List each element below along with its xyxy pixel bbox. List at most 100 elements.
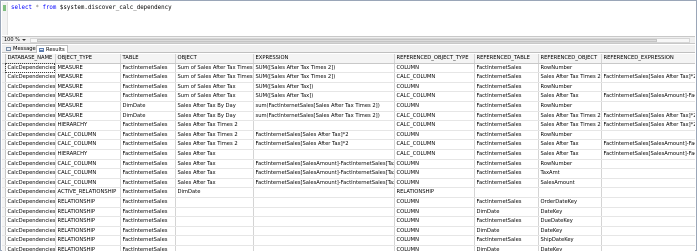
grid-cell[interactable]: FactInternetSales <box>474 216 539 227</box>
grid-cell[interactable]: DimDate <box>175 187 254 198</box>
table-row[interactable]: CalcDependencies CALC_COLUMN FactInternetS… <box>2 130 695 141</box>
grid-cell[interactable]: Sum of Sales After Tax Times 2 <box>175 63 254 74</box>
grid-cell[interactable]: DateKey <box>538 245 602 251</box>
grid-cell[interactable]: COLUMN <box>394 159 475 170</box>
grid-cell[interactable]: Sum of Sales After Tax <box>175 91 254 102</box>
grid-cell[interactable]: CalcDependencies <box>5 91 56 102</box>
grid-cell[interactable]: DimDate <box>120 101 176 112</box>
grid-cell[interactable] <box>601 63 695 74</box>
grid-cell[interactable]: SalesAmount <box>538 178 602 189</box>
grid-cell[interactable]: DimDate <box>474 207 539 218</box>
grid-cell[interactable]: RowNumber <box>538 159 602 170</box>
grid-cell[interactable]: DateKey <box>538 207 602 218</box>
grid-cell[interactable]: FactInternetSales <box>120 235 176 246</box>
grid-cell[interactable]: SUM([Sales After Tax Times 2]) <box>253 63 395 74</box>
grid-cell[interactable]: CalcDependencies <box>5 101 56 112</box>
grid-cell[interactable]: RELATIONSHIP <box>55 245 121 251</box>
column-header[interactable]: EXPRESSION <box>253 54 395 64</box>
grid-cell[interactable]: SUM([Sales After Tax]) <box>253 91 395 102</box>
grid-cell[interactable] <box>175 235 254 246</box>
grid-cell[interactable]: OrderDateKey <box>538 197 602 208</box>
grid-cell[interactable]: Sales After Tax Times 2 <box>175 130 254 141</box>
grid-cell[interactable]: COLUMN <box>394 168 475 179</box>
grid-cell[interactable]: COLUMN <box>394 245 475 251</box>
table-row[interactable]: CalcDependencies CALC_COLUMN FactInternetS… <box>2 159 695 170</box>
grid-cell[interactable]: FactInternetSales[SalesAmount]-FactInt <box>601 139 695 150</box>
grid-cell[interactable]: MEASURE <box>55 63 121 74</box>
grid-cell[interactable]: CALC_COLUMN <box>394 139 475 150</box>
grid-cell[interactable] <box>601 178 695 189</box>
grid-cell[interactable]: CALC_COLUMN <box>55 159 121 170</box>
grid-cell[interactable]: FactInternetSales <box>120 197 176 208</box>
grid-cell[interactable]: Sales After Tax Times 2 <box>538 111 602 122</box>
grid-cell[interactable]: CalcDependencies <box>5 139 56 150</box>
results-grid[interactable]: DATABASE_NAME OBJECT_TYPE TABLE OBJECT E… <box>2 54 695 251</box>
table-row[interactable]: CalcDependencies RELATIONSHIP FactInternet… <box>2 226 695 237</box>
grid-cell[interactable]: Sales After Tax <box>538 91 602 102</box>
grid-cell[interactable]: FactInternetSales <box>474 91 539 102</box>
grid-cell[interactable]: COLUMN <box>394 178 475 189</box>
grid-cell[interactable]: COLUMN <box>394 207 475 218</box>
grid-cell[interactable]: FactInternetSales[Sales After Tax]*2 <box>253 130 395 141</box>
grid-cell[interactable] <box>474 187 539 198</box>
grid-cell[interactable]: CALC_COLUMN <box>55 130 121 141</box>
grid-cell[interactable]: FactInternetSales[SalesAmount]-FactInter… <box>253 178 395 189</box>
grid-cell[interactable]: Sales After Tax <box>175 178 254 189</box>
table-row[interactable]: CalcDependencies CALC_COLUMN FactInternetS… <box>2 178 695 189</box>
grid-cell[interactable]: CalcDependencies <box>5 216 56 227</box>
grid-cell[interactable]: RELATIONSHIP <box>394 187 475 198</box>
grid-cell[interactable] <box>601 216 695 227</box>
column-header[interactable]: REFERENCED_EXPRESSION <box>601 54 695 64</box>
grid-cell[interactable]: FactInternetSales[SalesAmount]-FactInt <box>601 149 695 160</box>
grid-cell[interactable]: FactInternetSales <box>120 91 176 102</box>
grid-cell[interactable]: Sales After Tax Times 2 <box>175 120 254 131</box>
grid-cell[interactable]: FactInternetSales <box>474 149 539 160</box>
grid-cell[interactable] <box>601 82 695 93</box>
grid-cell[interactable]: CalcDependencies <box>5 82 56 93</box>
grid-cell[interactable]: FactInternetSales <box>120 120 176 131</box>
grid-cell[interactable]: COLUMN <box>394 197 475 208</box>
grid-cell[interactable]: CalcDependencies <box>5 159 56 170</box>
grid-cell[interactable]: CalcDependencies <box>5 149 56 160</box>
grid-cell[interactable]: FactInternetSales[SalesAmount]-FactInter… <box>253 159 395 170</box>
grid-cell[interactable]: FactInternetSales[Sales After Tax]*2 <box>601 72 695 83</box>
grid-cell[interactable]: DateKey <box>538 226 602 237</box>
grid-cell[interactable]: FactInternetSales <box>474 63 539 74</box>
grid-cell[interactable] <box>175 216 254 227</box>
grid-cell[interactable]: FactInternetSales <box>474 120 539 131</box>
grid-cell[interactable] <box>601 130 695 141</box>
grid-cell[interactable]: SUM([Sales After Tax Times 2]) <box>253 72 395 83</box>
grid-cell[interactable]: MEASURE <box>55 72 121 83</box>
grid-cell[interactable]: RELATIONSHIP <box>55 226 121 237</box>
column-header[interactable]: REFERENCED_TABLE <box>474 54 539 64</box>
grid-cell[interactable] <box>253 149 395 160</box>
grid-cell[interactable]: CALC_COLUMN <box>55 178 121 189</box>
grid-cell[interactable]: CalcDependencies <box>5 178 56 189</box>
horizontal-scrollbar[interactable] <box>30 38 690 43</box>
table-row[interactable]: CalcDependencies RELATIONSHIP FactInternet… <box>2 216 695 227</box>
grid-cell[interactable]: FactInternetSales[Sales After Tax]*2 <box>601 120 695 131</box>
table-row[interactable]: CalcDependencies RELATIONSHIP FactInternet… <box>2 207 695 218</box>
grid-cell[interactable]: CalcDependencies <box>5 120 56 131</box>
table-row[interactable]: CalcDependencies CALC_COLUMN FactInternetS… <box>2 168 695 179</box>
grid-cell[interactable]: FactInternetSales <box>120 149 176 160</box>
grid-cell[interactable]: RowNumber <box>538 82 602 93</box>
chevron-down-icon[interactable] <box>22 39 26 41</box>
grid-cell[interactable]: CalcDependencies <box>5 197 56 208</box>
grid-cell[interactable]: FactInternetSales[Sales After Tax]*2 <box>253 139 395 150</box>
table-row[interactable]: CalcDependencies MEASURE FactInternetSales… <box>2 72 695 83</box>
grid-cell[interactable] <box>253 235 395 246</box>
grid-cell[interactable]: FactInternetSales[SalesAmount]-FactInter… <box>253 168 395 179</box>
grid-cell[interactable]: FactInternetSales <box>120 178 176 189</box>
grid-cell[interactable] <box>175 245 254 251</box>
grid-cell[interactable]: FactInternetSales <box>474 235 539 246</box>
grid-cell[interactable]: FactInternetSales <box>120 63 176 74</box>
grid-cell[interactable]: FactInternetSales <box>120 187 176 198</box>
grid-cell[interactable]: FactInternetSales <box>474 197 539 208</box>
zoom-select[interactable]: 100 % <box>4 37 20 43</box>
grid-cell[interactable] <box>601 101 695 112</box>
table-row[interactable]: CalcDependencies MEASURE FactInternetSales… <box>2 91 695 102</box>
scrollbar-thumb[interactable] <box>37 39 657 42</box>
grid-cell[interactable]: FactInternetSales <box>474 159 539 170</box>
table-row[interactable]: CalcDependencies MEASURE FactInternetSales… <box>2 82 695 93</box>
